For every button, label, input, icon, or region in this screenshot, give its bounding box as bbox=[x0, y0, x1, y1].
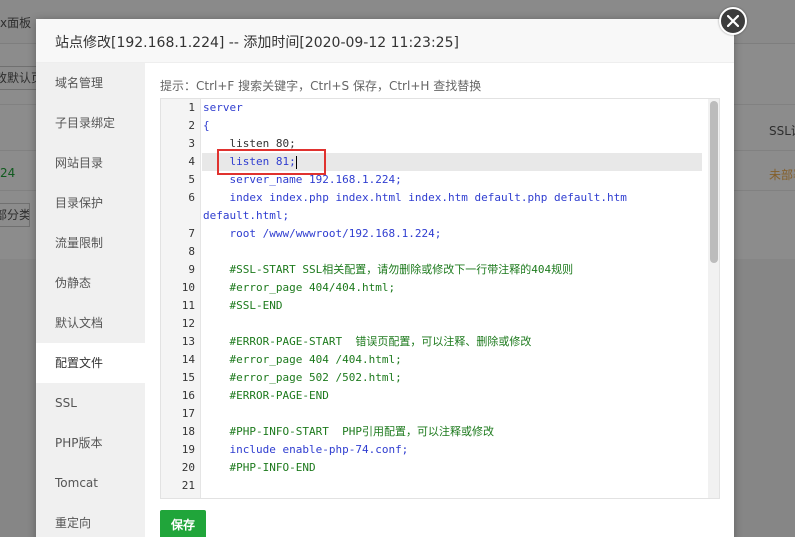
sidebar-item-subdir-binding[interactable]: 子目录绑定 bbox=[36, 103, 145, 143]
code-line: 19 include enable-php-74.conf; bbox=[161, 441, 709, 459]
line-number: 11 bbox=[181, 299, 195, 312]
save-button[interactable]: 保存 bbox=[160, 510, 206, 537]
sidebar-item-traffic-limit[interactable]: 流量限制 bbox=[36, 223, 145, 263]
line-number: 21 bbox=[181, 479, 195, 492]
sidebar-item-php-version[interactable]: PHP版本 bbox=[36, 423, 145, 463]
modal-sidebar: 域名管理 子目录绑定 网站目录 目录保护 流量限制 伪静态 默认文档 配置文件 … bbox=[36, 63, 145, 537]
sidebar-item-tomcat[interactable]: Tomcat bbox=[36, 463, 145, 503]
code-comment: #PHP-INFO-START PHP引用配置，可以注释或修改 bbox=[203, 425, 494, 438]
editor-scrollbar[interactable] bbox=[708, 99, 719, 498]
line-number: 14 bbox=[181, 353, 195, 366]
code-line: 15 #error_page 502 /502.html; bbox=[161, 369, 709, 387]
code-line: 1 server bbox=[161, 99, 709, 117]
code-comment: #SSL-END bbox=[203, 299, 283, 312]
code-line: 2{ bbox=[161, 117, 709, 135]
close-icon bbox=[727, 15, 739, 27]
line-number: 12 bbox=[181, 317, 195, 330]
code-text: include enable-php-74.conf; bbox=[203, 443, 409, 456]
line-number: 16 bbox=[181, 389, 195, 402]
modal-header: 站点修改[192.168.1.224] -- 添加时间[2020-09-12 1… bbox=[36, 19, 734, 63]
sidebar-item-config-file[interactable]: 配置文件 bbox=[36, 343, 145, 383]
code-text: index index.php index.html index.htm def… bbox=[203, 191, 634, 222]
line-number: 6 bbox=[188, 191, 195, 204]
code-text: server bbox=[203, 101, 243, 114]
line-number: 10 bbox=[181, 281, 195, 294]
line-number: 7 bbox=[188, 227, 195, 240]
line-number: 17 bbox=[181, 407, 195, 420]
line-number: 2 bbox=[188, 119, 195, 132]
code-comment: #ERROR-PAGE-START 错误页配置，可以注释、删除或修改 bbox=[203, 335, 532, 348]
shortcut-tip: 提示：Ctrl+F 搜索关键字，Ctrl+S 保存，Ctrl+H 查找替换 bbox=[160, 79, 482, 93]
line-number: 3 bbox=[188, 137, 195, 150]
sidebar-item-redirect[interactable]: 重定向 bbox=[36, 503, 145, 537]
line-number: 9 bbox=[188, 263, 195, 276]
code-comment: #PHP-INFO-END bbox=[203, 461, 316, 474]
sidebar-item-dir-protection[interactable]: 目录保护 bbox=[36, 183, 145, 223]
sidebar-item-ssl[interactable]: SSL bbox=[36, 383, 145, 423]
sidebar-item-default-doc[interactable]: 默认文档 bbox=[36, 303, 145, 343]
code-comment: #error_page 404/404.html; bbox=[203, 281, 396, 294]
code-line: 6 index index.php index.html index.htm d… bbox=[161, 189, 709, 225]
scrollbar-thumb[interactable] bbox=[710, 101, 718, 263]
line-number: 13 bbox=[181, 335, 195, 348]
config-code-editor[interactable]: 1 server 2{ 3 listen 80; 4 listen 81; 5 s… bbox=[160, 98, 720, 499]
code-text: { bbox=[203, 119, 210, 132]
line-number: 8 bbox=[188, 245, 195, 258]
line-number: 4 bbox=[188, 155, 195, 168]
sidebar-item-site-directory[interactable]: 网站目录 bbox=[36, 143, 145, 183]
site-edit-modal: 站点修改[192.168.1.224] -- 添加时间[2020-09-12 1… bbox=[36, 19, 734, 537]
line-number: 18 bbox=[181, 425, 195, 438]
code-line: 14 #error_page 404 /404.html; bbox=[161, 351, 709, 369]
code-line: 8 bbox=[161, 243, 709, 261]
sidebar-item-domain[interactable]: 域名管理 bbox=[36, 63, 145, 103]
code-comment: #error_page 502 /502.html; bbox=[203, 371, 402, 384]
line-number: 5 bbox=[188, 173, 195, 186]
line-number: 1 bbox=[188, 101, 195, 114]
code-comment: #SSL-START SSL相关配置，请勿删除或修改下一行带注释的404规则 bbox=[203, 263, 574, 276]
modal-title: 站点修改[192.168.1.224] -- 添加时间[2020-09-12 1… bbox=[55, 35, 459, 51]
code-line: 18 #PHP-INFO-START PHP引用配置，可以注释或修改 bbox=[161, 423, 709, 441]
code-line: 17 bbox=[161, 405, 709, 423]
code-line: 20 #PHP-INFO-END bbox=[161, 459, 709, 477]
code-comment: #error_page 404 /404.html; bbox=[203, 353, 402, 366]
line-number: 15 bbox=[181, 371, 195, 384]
line-number: 19 bbox=[181, 443, 195, 456]
code-line: 16 #ERROR-PAGE-END bbox=[161, 387, 709, 405]
code-line: 21 bbox=[161, 477, 709, 495]
line-number: 20 bbox=[181, 461, 195, 474]
code-line: 9 #SSL-START SSL相关配置，请勿删除或修改下一行带注释的404规则 bbox=[161, 261, 709, 279]
code-comment: #ERROR-PAGE-END bbox=[203, 389, 329, 402]
red-annotation-box bbox=[217, 149, 326, 175]
code-text: root /www/wwwroot/192.168.1.224; bbox=[203, 227, 442, 240]
code-line: 7 root /www/wwwroot/192.168.1.224; bbox=[161, 225, 709, 243]
code-line: 11 #SSL-END bbox=[161, 297, 709, 315]
sidebar-item-rewrite[interactable]: 伪静态 bbox=[36, 263, 145, 303]
close-button[interactable] bbox=[719, 7, 747, 35]
code-line: 12 bbox=[161, 315, 709, 333]
code-line: 13 #ERROR-PAGE-START 错误页配置，可以注释、删除或修改 bbox=[161, 333, 709, 351]
code-line: 10 #error_page 404/404.html; bbox=[161, 279, 709, 297]
